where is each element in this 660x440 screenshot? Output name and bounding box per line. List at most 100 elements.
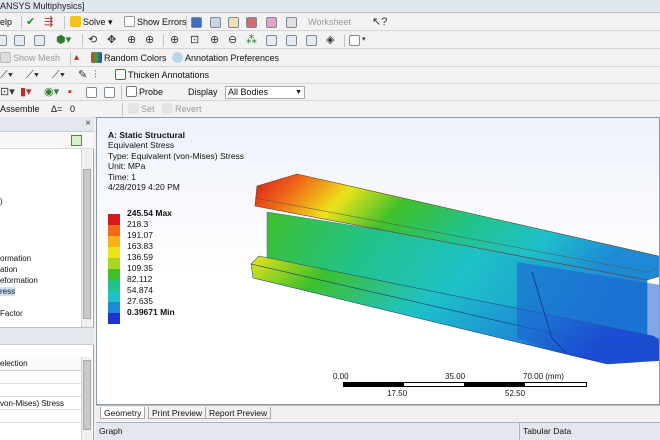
zoom-window-icon[interactable]: ⊡ [190, 33, 199, 47]
contour-icon[interactable]: ▮▾ [20, 85, 32, 99]
label-icon[interactable] [104, 87, 115, 98]
help-menu[interactable]: elp [0, 16, 12, 29]
chevron-down-icon[interactable]: ▾ [362, 33, 366, 47]
chat-icon[interactable] [286, 17, 297, 28]
legend-value-label: 54.874 [127, 285, 153, 295]
select-face-icon[interactable] [34, 35, 45, 46]
scale-label: 52.50 [505, 389, 526, 398]
pushpin-icon[interactable]: ✎ [78, 68, 87, 82]
main-toolbar: elp ✔ ⇶ Solve ▾ Show Errors Worksheet ↖? [0, 14, 660, 31]
zoom-icon[interactable]: ⊕ [127, 33, 136, 47]
legend-color-band [108, 280, 120, 291]
revert-button[interactable]: Revert [162, 103, 202, 116]
check-icon[interactable]: ✔ [26, 15, 35, 29]
select-body-icon[interactable] [14, 35, 25, 46]
scroll-thumb[interactable] [83, 360, 91, 430]
delta-value[interactable]: 0 [70, 103, 75, 116]
max-icon[interactable]: ▪ [68, 85, 72, 99]
min-icon[interactable] [86, 87, 97, 98]
tree-item-selected[interactable]: ress [0, 287, 16, 296]
details-row[interactable]: von-Mises) Stress [0, 397, 81, 410]
legend-value-label: 82.112 [127, 274, 153, 284]
display-icon[interactable] [191, 17, 202, 28]
details-header [0, 327, 94, 345]
separator [122, 103, 123, 116]
help-pointer-icon[interactable]: ↖? [372, 15, 387, 29]
thicken-annotations-button[interactable]: Thicken Annotations [115, 69, 209, 82]
unlink-icon[interactable] [246, 17, 257, 28]
zoom-out-icon[interactable]: ⊖ [228, 33, 237, 47]
legend-color-band [108, 214, 120, 225]
transparency-icon[interactable]: ⁂ [246, 33, 257, 47]
show-mesh-button[interactable]: Show Mesh [0, 52, 60, 65]
probe-button[interactable]: Probe [126, 86, 163, 99]
viewport-layout-icon[interactable] [349, 35, 360, 46]
vertex-icon[interactable]: ▴ [74, 51, 79, 65]
table-icon[interactable] [210, 17, 221, 28]
assemble-button[interactable]: Assemble [0, 103, 40, 116]
separator [186, 16, 187, 29]
result-date: 4/28/2019 4:20 PM [108, 182, 180, 193]
tree-item[interactable]: ) [0, 197, 3, 206]
tree-item[interactable]: eformation [0, 276, 38, 285]
details-row[interactable] [0, 371, 81, 384]
result-type: Type: Equivalent (von-Mises) Stress [108, 150, 245, 161]
worksheet-button[interactable]: Worksheet [308, 16, 351, 29]
legend-value-label: 191.07 [127, 230, 153, 240]
update-icon[interactable]: ⇶ [44, 15, 53, 29]
thin-annotation-icon[interactable]: ⫶ [94, 68, 97, 82]
mobile-icon[interactable] [266, 17, 277, 28]
separator [82, 34, 83, 47]
show-errors-button[interactable]: Show Errors [124, 16, 187, 29]
chevron-down-icon: ▼ [295, 89, 302, 96]
zoom-box-icon[interactable]: ⊕ [145, 33, 154, 47]
tabular-data-header: Tabular Data [519, 422, 660, 440]
scroll-thumb[interactable] [83, 169, 91, 319]
cube-icon[interactable]: ⬢▾ [56, 33, 71, 47]
revert-icon [162, 103, 173, 114]
geometry-icon[interactable]: ⊡▾ [0, 85, 15, 99]
folder-icon[interactable] [228, 17, 239, 28]
details-row[interactable] [0, 384, 81, 397]
result-name: Equivalent Stress [108, 140, 175, 151]
tab-geometry[interactable]: Geometry [100, 407, 146, 419]
edge-coloring-icon[interactable]: ⟋▾ [0, 68, 13, 82]
details-scrollbar[interactable] [81, 357, 92, 440]
annotation-preferences-button[interactable]: Annotation Preferences [172, 52, 279, 65]
pan-icon[interactable]: ✥ [107, 33, 116, 47]
tree-item[interactable]: Factor [0, 309, 23, 318]
select-icon[interactable] [0, 35, 7, 46]
display-select[interactable]: All Bodies ▼ [225, 86, 305, 99]
legend-color-band [108, 313, 120, 324]
edge-style-icon[interactable]: ⟋▾ [26, 68, 39, 82]
details-row[interactable] [0, 410, 81, 423]
tab-report-preview[interactable]: Report Preview [205, 407, 272, 419]
scale-segment [344, 383, 404, 386]
zoom-fit-icon[interactable]: ⊕ [170, 33, 179, 47]
expand-icon[interactable] [71, 135, 82, 146]
outline-scrollbar[interactable] [81, 149, 92, 327]
random-colors-button[interactable]: Random Colors [91, 52, 167, 65]
iso-view-icon[interactable] [306, 35, 317, 46]
legend-value-label: 109.35 [127, 263, 153, 273]
solve-button[interactable]: Solve ▾ [70, 16, 113, 29]
rotate-icon[interactable]: ⟲ [88, 33, 97, 47]
probe-icon [126, 86, 137, 97]
outline-panel: × ) ormation ation eformation ress Facto… [0, 117, 94, 440]
magnifier-icon[interactable]: ⊕ [210, 33, 219, 47]
edge-direction-icon[interactable]: ⟋▾ [52, 68, 65, 82]
next-view-icon[interactable] [286, 35, 297, 46]
tab-print-preview[interactable]: Print Preview [148, 407, 207, 419]
beam-model[interactable] [247, 168, 660, 368]
tree-item[interactable]: ormation [0, 254, 31, 263]
scale-label: 70.00 (mm) [523, 372, 564, 381]
set-button[interactable]: Set [128, 103, 155, 116]
previous-view-icon[interactable] [266, 35, 277, 46]
legend-color-band [108, 236, 120, 247]
tree-item[interactable]: ation [0, 265, 17, 274]
legend-color-band [108, 225, 120, 236]
graphics-viewport[interactable]: A: Static Structural Equivalent Stress T… [96, 117, 660, 405]
edges-icon[interactable]: ◉▾ [44, 85, 59, 99]
close-icon[interactable]: × [85, 118, 91, 129]
tag-icon[interactable]: ◈ [326, 33, 334, 47]
